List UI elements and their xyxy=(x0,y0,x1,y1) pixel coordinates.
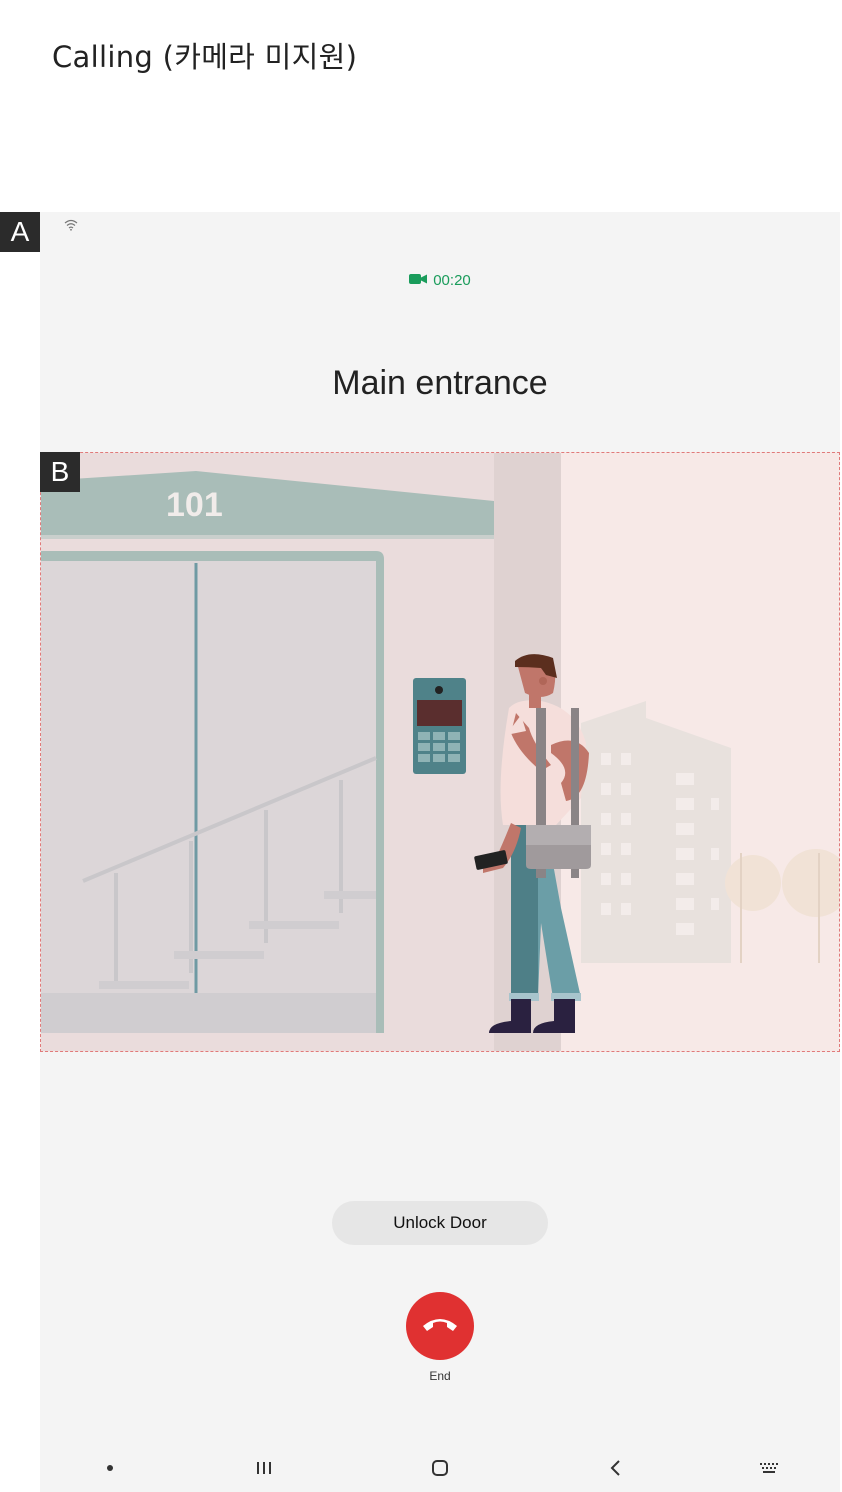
annotation-marker-a: A xyxy=(0,212,40,252)
wifi-icon xyxy=(64,218,78,236)
end-call-label: End xyxy=(429,1369,451,1383)
phone-hangup-icon xyxy=(421,1315,459,1338)
building-number: 101 xyxy=(166,486,223,524)
home-icon[interactable] xyxy=(430,1458,450,1483)
recent-apps-icon[interactable] xyxy=(255,1458,273,1483)
system-nav-bar xyxy=(40,1450,840,1490)
video-feed: 101 xyxy=(40,452,840,1052)
video-camera-icon xyxy=(409,272,428,289)
call-timer: 00:20 xyxy=(40,272,840,289)
page-title: Calling (카메라 미지원) xyxy=(52,40,358,74)
keyboard-icon[interactable] xyxy=(758,1458,780,1483)
unlock-door-button[interactable]: Unlock Door xyxy=(332,1201,548,1245)
phone-screen: 00:20 Main entrance 101 Unlock Door End xyxy=(40,212,840,1492)
timer-text: 00:20 xyxy=(433,272,471,289)
annotation-marker-b: B xyxy=(40,452,80,492)
entrance-illustration: 101 xyxy=(41,453,839,1051)
callee-name: Main entrance xyxy=(332,364,548,402)
end-call-button[interactable] xyxy=(406,1292,474,1360)
back-icon[interactable] xyxy=(608,1458,624,1483)
dot-icon xyxy=(106,1458,114,1483)
